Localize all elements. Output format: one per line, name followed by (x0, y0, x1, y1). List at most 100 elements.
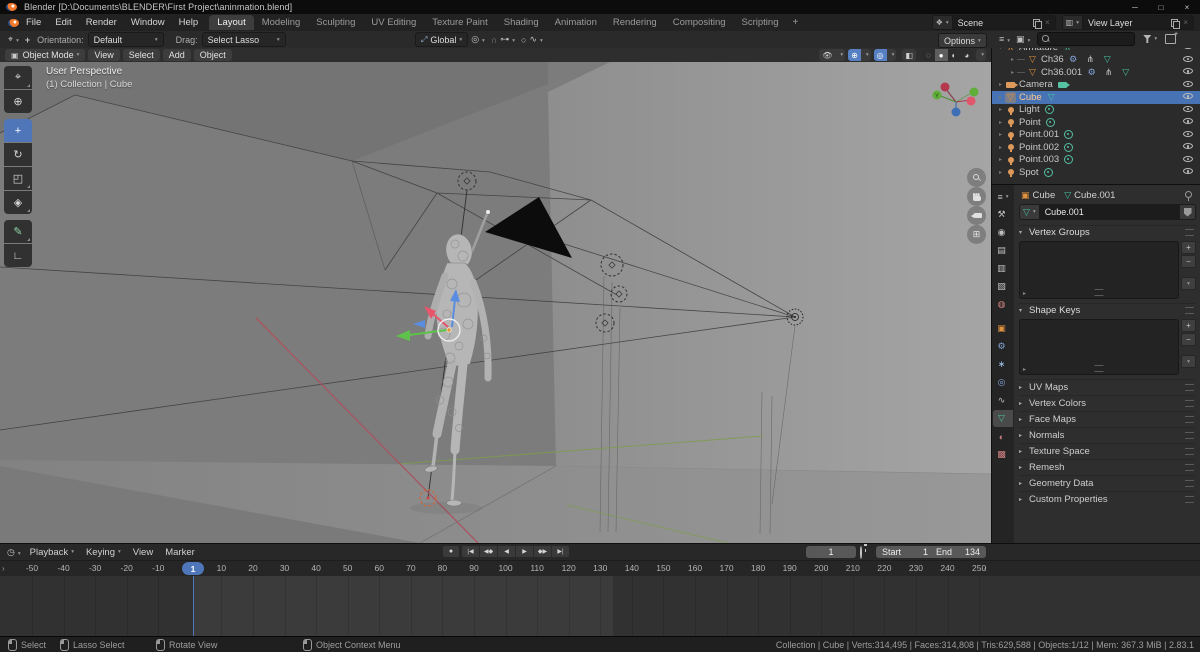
perspective-toggle-icon[interactable]: ⊞ (967, 225, 986, 244)
outliner-row-point-002[interactable]: ▸Point.002 (992, 141, 1200, 154)
tab-modeling[interactable]: Modeling (254, 15, 309, 30)
remove-shape-key-button[interactable]: − (1181, 333, 1196, 346)
scene-name[interactable]: Scene (958, 18, 984, 28)
jump-prev-keyframe-button[interactable]: ◀◆ (480, 546, 498, 557)
timeline-menu-marker[interactable]: Marker (159, 547, 201, 558)
drag-handle-icon[interactable] (1185, 229, 1194, 236)
new-scene-icon[interactable] (1033, 19, 1041, 27)
orientation-dropdown[interactable]: Default▾ (88, 32, 164, 47)
tab-compositing[interactable]: Compositing (665, 15, 734, 30)
cursor-tool[interactable]: ⊕ (4, 90, 32, 113)
jump-to-start-button[interactable]: |◀ (462, 546, 480, 557)
editor-type-dropdown[interactable]: ≡▾ (993, 188, 1013, 205)
move-gizmo-icon[interactable]: + (22, 35, 33, 45)
add-vertex-group-button[interactable]: + (1181, 241, 1196, 254)
data-name-field[interactable]: Cube.001 (1039, 204, 1180, 220)
tab-layout[interactable]: Layout (209, 15, 254, 30)
active-tool-icon[interactable]: ⌖▾ (5, 34, 22, 45)
texture-tab[interactable]: ▩ (993, 446, 1013, 463)
panel-uv-maps[interactable]: ▸UV Maps (1019, 379, 1196, 395)
hide-toggle[interactable] (1183, 66, 1193, 78)
shading-dropdown[interactable]: ▾ (976, 49, 986, 61)
hide-toggle[interactable] (1183, 116, 1193, 128)
outliner-search-input[interactable] (1053, 34, 1123, 44)
maximize-button[interactable]: □ (1148, 0, 1174, 14)
object-tab[interactable]: ▣ (993, 320, 1013, 337)
move-tool[interactable]: + (4, 119, 32, 142)
tab-texture-paint[interactable]: Texture Paint (424, 15, 495, 30)
outliner-row-point-003[interactable]: ▸Point.003 (992, 154, 1200, 167)
drag-handle-icon[interactable] (1185, 416, 1194, 423)
modifiers-tab[interactable]: ⚙ (993, 338, 1013, 355)
close-button[interactable]: × (1174, 0, 1200, 14)
breadcrumb-data[interactable]: Cube.001 (1074, 190, 1115, 201)
options-dropdown[interactable]: Options▾ (938, 33, 987, 48)
particles-tab[interactable]: ∗ (993, 356, 1013, 373)
hide-toggle[interactable] (1183, 129, 1193, 141)
viewport-menu-add[interactable]: Add (163, 49, 191, 61)
scene-tab[interactable]: ▧ (993, 278, 1013, 295)
hide-toggle[interactable] (1183, 154, 1193, 166)
snap-magnet-icon[interactable]: ∩ (488, 35, 500, 45)
shape-keys-header[interactable]: ▾Shape Keys (1019, 303, 1196, 317)
drag-handle-icon[interactable] (1185, 496, 1194, 503)
physics-tab[interactable]: ◎ (993, 374, 1013, 391)
disclosure-icon[interactable]: ▸ (996, 156, 1005, 163)
tool-tab[interactable]: ⚒ (993, 206, 1013, 223)
tab-shading[interactable]: Shading (496, 15, 547, 30)
tab-uv-editing[interactable]: UV Editing (363, 15, 424, 30)
render-tab[interactable]: ◉ (993, 224, 1013, 241)
vertex-groups-list[interactable]: ▸ (1019, 241, 1179, 299)
drag-handle-icon[interactable] (1185, 432, 1194, 439)
object-data-tab[interactable]: ▽ (993, 410, 1013, 427)
select-box-tool[interactable]: ⌖ (4, 66, 32, 89)
view-layer-name[interactable]: View Layer (1088, 18, 1132, 28)
pivot-point-dropdown[interactable]: ◎▾ (468, 34, 488, 45)
outliner-row-camera[interactable]: ▸Camera (992, 79, 1200, 92)
outliner-display-mode-dropdown[interactable]: ≡▾ (996, 34, 1013, 44)
shape-key-specials-button[interactable]: ▾ (1181, 355, 1196, 368)
measure-tool[interactable]: ∟ (4, 244, 32, 267)
object-visibility-dropdown[interactable]: 👁▾ (819, 49, 845, 61)
disclosure-icon[interactable]: ▸ (996, 144, 1005, 151)
outliner-filter-display-dropdown[interactable]: ▣▾ (1013, 34, 1033, 45)
disclosure-icon[interactable]: ▸ (996, 131, 1005, 138)
disclosure-icon[interactable]: ▾ (996, 48, 1005, 51)
disclosure-icon[interactable]: ▸ (996, 106, 1005, 113)
overlays-dropdown[interactable]: ◎▾ (874, 49, 897, 61)
outliner-search[interactable] (1037, 32, 1135, 46)
panel-vertex-colors[interactable]: ▸Vertex Colors (1019, 395, 1196, 411)
drag-handle-icon[interactable] (1185, 384, 1194, 391)
hide-toggle[interactable] (1183, 91, 1193, 103)
shading-wireframe-button[interactable]: ◌ (922, 49, 935, 61)
end-frame-field[interactable]: End134 (930, 546, 986, 558)
outliner-row-ch36[interactable]: ▸▽Ch36⚙⋔▽ (992, 54, 1200, 67)
xray-toggle[interactable]: ◧ (902, 49, 916, 61)
drag-handle-icon[interactable] (1185, 307, 1194, 314)
pin-icon[interactable] (1184, 191, 1192, 201)
outliner-row-spot[interactable]: ▸Spot (992, 166, 1200, 179)
panel-remesh[interactable]: ▸Remesh (1019, 459, 1196, 475)
current-frame-field[interactable]: 1 (806, 546, 856, 558)
material-tab[interactable]: ◐ (993, 428, 1013, 445)
panel-custom-properties[interactable]: ▸Custom Properties (1019, 491, 1196, 507)
panel-normals[interactable]: ▸Normals (1019, 427, 1196, 443)
timeline-editor-type-dropdown[interactable]: ◷▾ (4, 547, 24, 558)
view-layer-tab[interactable]: ▥ (993, 260, 1013, 277)
stopwatch-icon[interactable] (860, 547, 862, 558)
zoom-icon[interactable] (967, 168, 986, 187)
tab-sculpting[interactable]: Sculpting (308, 15, 363, 30)
panel-face-maps[interactable]: ▸Face Maps (1019, 411, 1196, 427)
current-frame-indicator[interactable]: 1 (182, 562, 204, 575)
outliner-row-light[interactable]: ▸Light (992, 104, 1200, 117)
playhead-line[interactable] (193, 576, 195, 637)
rotate-tool[interactable]: ↻ (4, 143, 32, 166)
drag-handle-icon[interactable] (1185, 448, 1194, 455)
timeline-menu-playback[interactable]: Playback▾ (24, 547, 80, 558)
play-reverse-button[interactable]: ◀ (498, 546, 516, 557)
mesh-data-dropdown[interactable]: ▽▾ (1019, 204, 1039, 220)
shading-material-preview-button[interactable]: ◐ (948, 49, 961, 61)
panel-geometry-data[interactable]: ▸Geometry Data (1019, 475, 1196, 491)
hide-toggle[interactable] (1183, 79, 1193, 91)
disclosure-icon[interactable]: ▸ (996, 119, 1005, 126)
